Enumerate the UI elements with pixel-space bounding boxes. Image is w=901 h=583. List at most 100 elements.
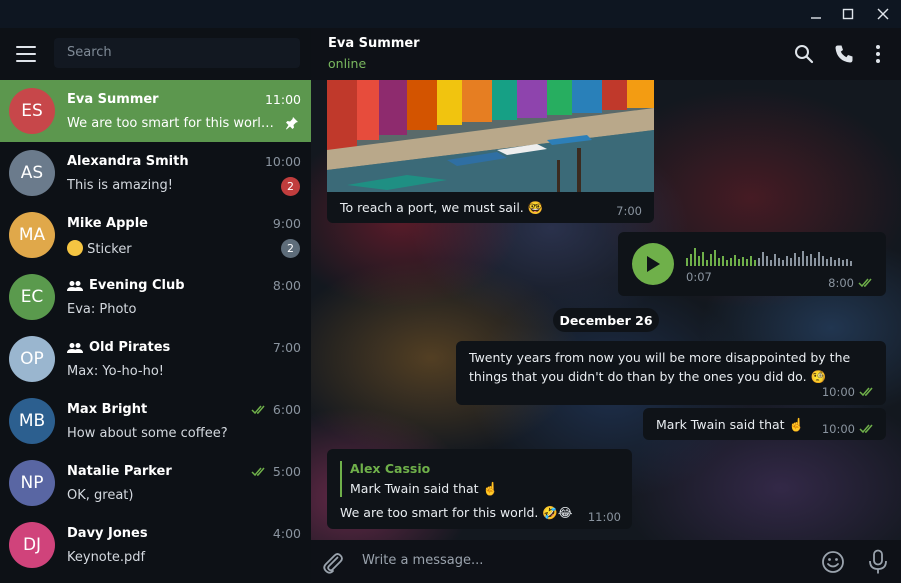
minimize-icon: [811, 17, 821, 19]
photo-caption: To reach a port, we must sail. 🤓: [340, 200, 544, 215]
smiley-icon: [822, 551, 844, 573]
chat-item-mike-apple[interactable]: MA Mike Apple 9:00 Sticker 2: [0, 204, 311, 266]
reply-quote[interactable]: Mark Twain said that ☝️: [350, 479, 498, 498]
menu-button[interactable]: [14, 42, 38, 66]
chat-preview: Sticker: [67, 240, 277, 257]
play-button[interactable]: [632, 243, 674, 285]
chat-status: online: [328, 56, 367, 71]
window-titlebar: [0, 0, 901, 28]
chat-name-text: Natalie Parker: [67, 464, 172, 479]
chat-preview: This is amazing!: [67, 178, 173, 193]
hamburger-icon-bar: [16, 46, 36, 48]
message-time: 10:00: [822, 422, 877, 436]
chat-time: 8:00: [273, 278, 301, 293]
message-input[interactable]: Write a message...: [362, 553, 483, 568]
avatar: MA: [9, 212, 55, 258]
chat-header: Eva Summer online: [311, 28, 901, 80]
chat-name: Davy Jones: [67, 526, 148, 541]
chat-name: Old Pirates: [67, 340, 170, 355]
chat-preview-text: Sticker: [87, 242, 132, 257]
unread-badge: 2: [281, 239, 300, 258]
voice-waveform: [686, 248, 852, 266]
chat-item-max-bright[interactable]: MB Max Bright 6:00 How about some coffee…: [0, 390, 311, 452]
maximize-icon: [842, 8, 854, 20]
chat-list: ES Eva Summer 11:00 We are too smart for…: [0, 80, 311, 576]
chat-item-evening-club[interactable]: EC Evening Club 8:00 Eva: Photo: [0, 266, 311, 328]
message-time: 11:00: [588, 510, 621, 524]
chat-time-text: 6:00: [272, 402, 301, 417]
chat-item-davy-jones[interactable]: DJ Davy Jones 4:00 Keynote.pdf: [0, 514, 311, 576]
message-time-text: 7:00: [616, 204, 642, 218]
message-time-text: 8:00: [828, 276, 854, 290]
chat-time: 6:00: [251, 402, 301, 417]
avatar: OP: [9, 336, 55, 382]
date-separator: December 26: [553, 308, 659, 332]
chat-time-text: 7:00: [272, 340, 301, 355]
chat-name: Max Bright: [67, 402, 147, 417]
chat-time: 11:00: [265, 92, 301, 107]
paperclip-icon: [323, 553, 343, 574]
reply-author[interactable]: Alex Cassio: [350, 461, 430, 476]
phone-icon: [835, 45, 853, 63]
chat-time: 7:00: [273, 340, 301, 355]
microphone-icon: [869, 549, 887, 574]
chat-item-alexandra-smith[interactable]: AS Alexandra Smith 10:00 This is amazing…: [0, 142, 311, 204]
chat-time-text: 4:00: [272, 526, 301, 541]
unread-badge: 2: [281, 177, 300, 196]
double-check-icon: [858, 278, 872, 288]
voice-record-button[interactable]: [867, 549, 889, 575]
chat-item-natalie-parker[interactable]: NP Natalie Parker 5:00 OK, great): [0, 452, 311, 514]
chat-preview: Eva: Photo: [67, 302, 137, 317]
chat-name-text: Alexandra Smith: [67, 154, 189, 169]
photo-message-bubble[interactable]: To reach a port, we must sail. 🤓 7:00: [327, 192, 654, 223]
search-icon: [795, 45, 814, 64]
reply-bar: [340, 461, 342, 497]
voice-duration-text: 0:07: [686, 270, 712, 284]
message-time: 7:00: [616, 204, 642, 218]
message-time-text: 11:00: [587, 510, 621, 524]
search-input[interactable]: Search: [54, 38, 300, 68]
call-button[interactable]: [832, 42, 856, 66]
close-window-button[interactable]: [872, 4, 894, 24]
chat-preview: Keynote.pdf: [67, 550, 146, 565]
sidebar: Search ES Eva Summer 11:00 We are too sm…: [0, 28, 311, 583]
chat-name-text: Eva Summer: [67, 92, 159, 107]
more-vertical-icon: [876, 45, 880, 63]
pin-icon: [285, 116, 299, 134]
search-button[interactable]: [792, 42, 816, 66]
message-bubble-reply[interactable]: Alex Cassio Mark Twain said that ☝️ We a…: [327, 449, 632, 529]
chat-time: 9:00: [273, 216, 301, 231]
chat-name-text: Max Bright: [67, 402, 148, 417]
more-button[interactable]: [866, 42, 890, 66]
message-bubble-quote[interactable]: Twenty years from now you will be more d…: [456, 341, 886, 405]
avatar: EC: [9, 274, 55, 320]
chat-name-text: Evening Club: [89, 278, 185, 293]
minimize-button[interactable]: [805, 4, 827, 24]
message-text-line1: Twenty years from now you will be more d…: [469, 350, 851, 365]
emoji-button[interactable]: [821, 550, 845, 574]
avatar: MB: [9, 398, 55, 444]
chat-item-eva-summer[interactable]: ES Eva Summer 11:00 We are too smart for…: [0, 80, 311, 142]
attach-button[interactable]: [321, 551, 345, 575]
smile-emoji-icon: [67, 240, 83, 256]
harbor-photo-image: [327, 80, 654, 192]
maximize-button[interactable]: [837, 4, 859, 24]
message-composer: Write a message...: [311, 540, 901, 583]
chat-time-text: 10:00: [264, 154, 301, 169]
message-text: Mark Twain said that ☝️: [656, 417, 805, 432]
chat-name-text: Mike Apple: [67, 216, 148, 231]
chat-item-old-pirates[interactable]: OP Old Pirates 7:00 Max: Yo-ho-ho!: [0, 328, 311, 390]
message-text-line2: things that you didn't do than by the on…: [469, 369, 827, 384]
chat-name: Eva Summer: [67, 92, 159, 107]
chat-title[interactable]: Eva Summer: [328, 36, 420, 51]
chat-time-text: 9:00: [272, 216, 301, 231]
hamburger-icon-bar: [16, 60, 36, 62]
sidebar-header: Search: [0, 28, 311, 80]
chat-time-text: 8:00: [272, 278, 301, 293]
group-icon: [67, 342, 83, 353]
voice-message-bubble[interactable]: 0:07 8:00: [618, 232, 886, 296]
photo-attachment[interactable]: [327, 80, 654, 192]
chat-time: 4:00: [273, 526, 301, 541]
chat-preview: OK, great): [67, 488, 134, 503]
message-bubble-twain[interactable]: Mark Twain said that ☝️ 10:00: [643, 408, 886, 440]
